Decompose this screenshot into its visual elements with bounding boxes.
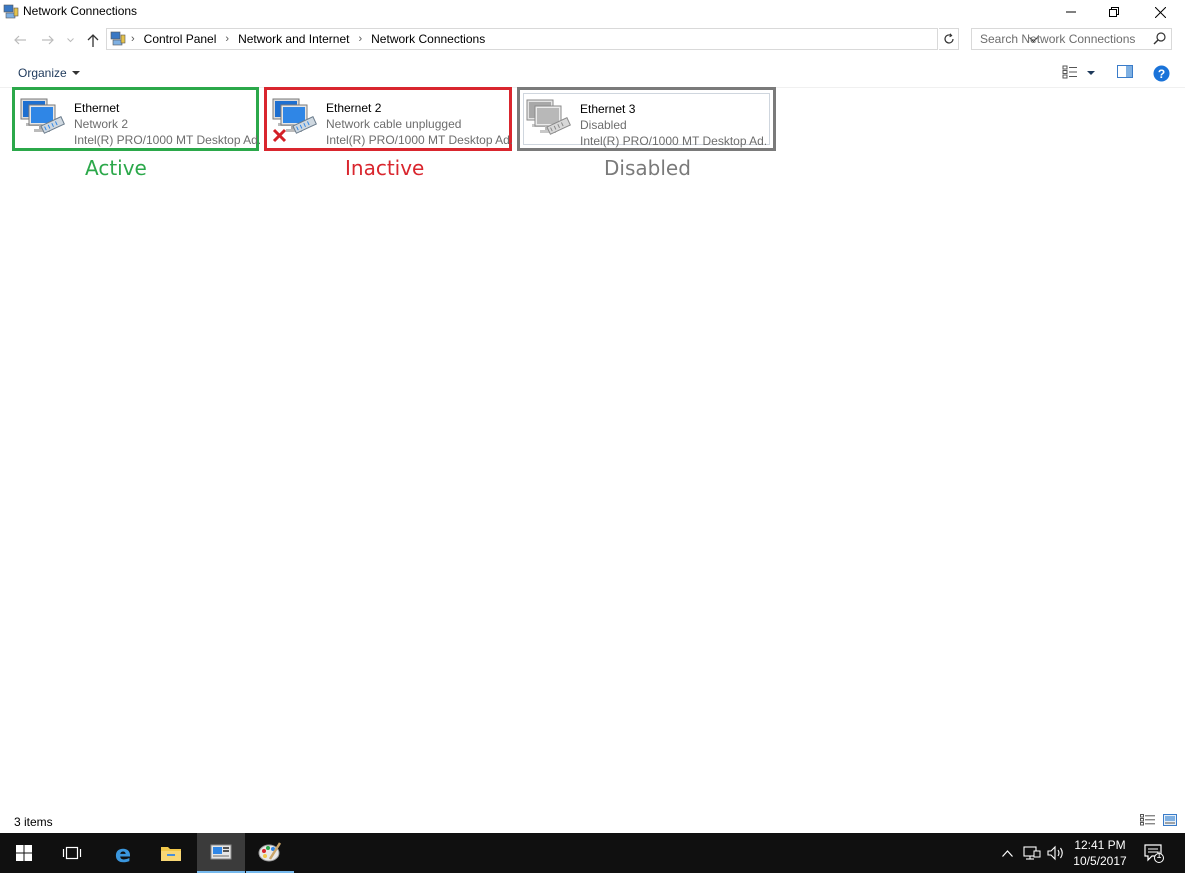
organize-button[interactable]: Organize [18,66,80,80]
window-title: Network Connections [23,4,138,18]
breadcrumb-separator-icon[interactable]: › [131,33,135,45]
back-button[interactable] [10,30,30,50]
breadcrumb-separator-icon[interactable]: › [358,33,362,45]
start-button[interactable] [0,833,48,873]
back-arrow-icon [14,35,26,45]
connection-device: Intel(R) PRO/1000 MT Desktop Ad... [580,134,766,148]
view-details-icon [1062,65,1077,79]
taskbar: e 12:41 PM 10/5/2017 1 [0,833,1185,873]
control-panel-icon [110,31,126,47]
network-connected-icon [19,96,67,144]
close-icon [1154,6,1166,18]
connection-name: Ethernet 3 [580,102,636,116]
connection-device: Intel(R) PRO/1000 MT Desktop Ad... [74,133,260,147]
task-view-button[interactable] [48,833,96,873]
details-view-button[interactable] [1140,814,1156,828]
state-label-disabled: Disabled [604,156,691,180]
connection-device: Intel(R) PRO/1000 MT Desktop Ad... [326,133,512,147]
connection-name: Ethernet [74,101,120,115]
svg-text:?: ? [1158,67,1165,81]
windows-logo-icon [16,845,32,861]
connection-status: Network 2 [74,117,129,131]
paint-palette-icon [258,842,282,862]
task-view-icon [62,846,82,860]
wired-network-icon [1023,846,1041,860]
forward-arrow-icon [42,35,54,45]
network-connections-taskbar-button[interactable] [197,833,245,873]
control-panel-icon [210,844,232,860]
state-label-inactive: Inactive [345,156,425,180]
breadcrumb-network-connections[interactable]: Network Connections [371,32,485,46]
breadcrumb-control-panel[interactable]: Control Panel [144,32,217,46]
caret-down-icon [71,71,80,75]
address-bar[interactable]: › Control Panel › Network and Internet ›… [106,28,1038,50]
network-unplugged-icon [271,96,319,144]
large-icons-view-icon [1163,814,1177,826]
action-center-button[interactable]: 1 [1140,833,1168,873]
item-count: 3 items [14,815,53,829]
clock-date: 10/5/2017 [1073,854,1127,868]
search-icon[interactable] [1153,32,1166,48]
large-icons-view-button[interactable] [1163,814,1179,828]
caret-down-icon [1087,71,1095,75]
status-bar: 3 items [0,812,1185,832]
svg-text:e: e [115,842,131,864]
command-bar: Organize ? [0,60,1185,88]
view-options-dropdown[interactable] [1087,71,1095,75]
refresh-icon [943,33,954,44]
speaker-icon [1047,845,1063,861]
clock[interactable]: 12:41 PM 10/5/2017 [1068,837,1132,869]
up-arrow-icon [87,33,99,47]
recent-locations-button[interactable] [62,30,78,50]
details-view-icon [1140,814,1155,826]
search-box[interactable] [971,28,1172,50]
connection-name: Ethernet 2 [326,101,382,115]
search-input[interactable] [972,29,1147,49]
show-hidden-icons-button[interactable] [998,833,1016,873]
forward-button[interactable] [38,30,58,50]
organize-label: Organize [18,66,67,80]
breadcrumb-network-and-internet[interactable]: Network and Internet [238,32,349,46]
connection-item-ethernet-3[interactable]: Ethernet 3 Disabled Intel(R) PRO/1000 MT… [517,87,776,151]
chevron-up-icon [1001,849,1013,857]
network-connections-app-icon [3,4,19,20]
connection-status: Network cable unplugged [326,117,462,131]
file-explorer-button[interactable] [147,833,195,873]
preview-pane-button[interactable] [1117,65,1133,78]
minimize-icon [1066,11,1076,13]
breadcrumb-separator-icon[interactable]: › [225,33,229,45]
restore-icon [1109,7,1119,17]
edge-icon: e [115,842,131,864]
refresh-button[interactable] [939,28,959,50]
up-button[interactable] [83,30,103,50]
preview-pane-icon [1117,65,1133,78]
help-button[interactable]: ? [1153,65,1170,82]
change-view-button[interactable] [1062,65,1078,79]
network-disabled-icon [525,97,573,145]
connection-item-ethernet[interactable]: Ethernet Network 2 Intel(R) PRO/1000 MT … [12,87,260,151]
notification-count-badge: 1 [1156,850,1162,860]
connection-item-ethernet-2[interactable]: Ethernet 2 Network cable unplugged Intel… [264,87,512,151]
chevron-down-icon [66,37,74,42]
clock-time: 12:41 PM [1074,838,1126,852]
paint-app-button[interactable] [246,833,294,873]
breadcrumb: › Control Panel › Network and Internet ›… [131,32,494,46]
edge-browser-button[interactable]: e [99,833,147,873]
network-tray-button[interactable] [1021,833,1043,873]
help-icon: ? [1153,65,1170,82]
volume-button[interactable] [1045,833,1067,873]
folder-icon [161,847,181,861]
address-row: › Control Panel › Network and Internet ›… [0,26,1185,54]
minimize-button[interactable] [1048,0,1094,24]
title-bar: Network Connections [0,0,1185,24]
state-label-active: Active [85,156,147,180]
restore-button[interactable] [1091,0,1137,24]
close-button[interactable] [1137,0,1183,24]
connection-status: Disabled [580,118,627,132]
